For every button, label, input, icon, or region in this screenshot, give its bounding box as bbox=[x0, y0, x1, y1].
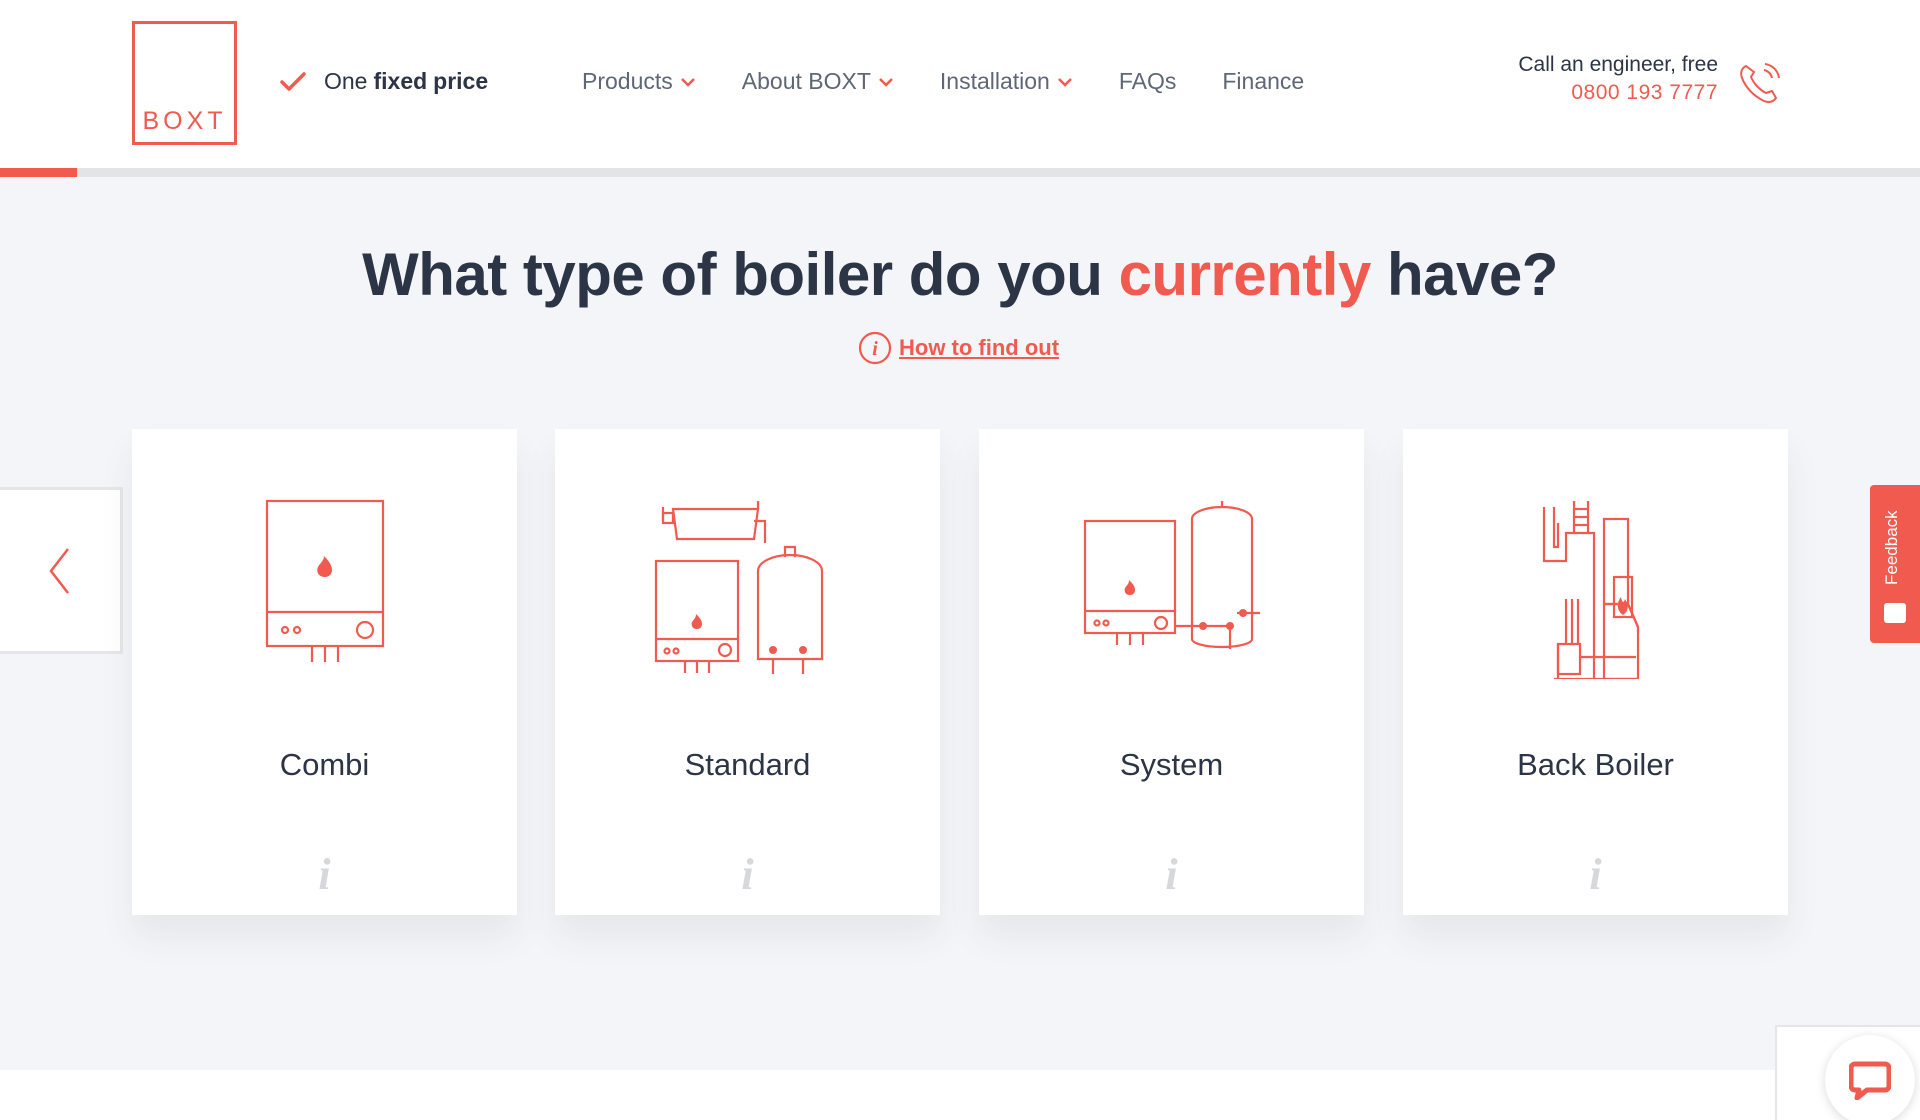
heading-post: have? bbox=[1387, 241, 1558, 308]
call-engineer: Call an engineer, free 0800 193 7777 bbox=[1508, 53, 1718, 105]
previous-button[interactable] bbox=[0, 487, 123, 654]
combi-boiler-icon bbox=[265, 499, 384, 662]
fixed-price-badge: One fixed price bbox=[280, 68, 494, 95]
feedback-tab[interactable]: Feedback bbox=[1870, 485, 1920, 643]
nav-faqs[interactable]: FAQs bbox=[1119, 68, 1177, 95]
back-boiler-icon bbox=[1542, 501, 1639, 679]
boiler-option-system[interactable]: System i bbox=[979, 429, 1364, 915]
footer-strip bbox=[0, 1070, 1920, 1120]
chevron-left-icon bbox=[49, 547, 69, 594]
nav-products[interactable]: Products bbox=[582, 68, 696, 95]
chat-bubble-icon bbox=[1849, 1061, 1891, 1100]
standard-boiler-icon bbox=[654, 501, 823, 674]
nav-installation[interactable]: Installation bbox=[940, 68, 1073, 95]
boiler-option-label: Back Boiler bbox=[1517, 747, 1674, 782]
info-circle-icon: i bbox=[858, 331, 892, 365]
info-icon[interactable]: i bbox=[1403, 849, 1788, 900]
heading-accent: currently bbox=[1118, 241, 1372, 308]
nav-about-label: About BOXT bbox=[741, 68, 871, 94]
nav-finance-label: Finance bbox=[1222, 68, 1305, 94]
page-title: What type of boiler do you currently hav… bbox=[0, 240, 1920, 309]
boiler-option-label: System bbox=[1119, 747, 1224, 782]
main-nav: Products About BOXT Installation FAQs Fi… bbox=[582, 68, 1304, 95]
nav-faqs-label: FAQs bbox=[1118, 68, 1177, 94]
check-icon bbox=[280, 71, 306, 91]
feedback-label: Feedback bbox=[1882, 510, 1901, 585]
heading-pre: What type of boiler do you bbox=[362, 241, 1103, 308]
info-icon[interactable]: i bbox=[979, 849, 1364, 900]
quiz-progress-bar bbox=[0, 168, 1920, 177]
chevron-down-icon bbox=[1057, 77, 1072, 87]
system-boiler-icon bbox=[1083, 501, 1260, 649]
call-label: Call an engineer, free bbox=[1518, 53, 1718, 76]
smiley-icon bbox=[1884, 603, 1906, 623]
quiz-progress-fill bbox=[0, 168, 77, 177]
logo-text: BOXT bbox=[142, 107, 227, 135]
chevron-down-icon bbox=[879, 77, 893, 87]
info-icon[interactable]: i bbox=[555, 849, 940, 900]
fixed-price-pre: One bbox=[324, 68, 368, 94]
boiler-option-back-boiler[interactable]: Back Boiler i bbox=[1403, 429, 1788, 915]
svg-text:i: i bbox=[872, 338, 878, 360]
nav-about-boxt[interactable]: About BOXT bbox=[742, 68, 894, 95]
nav-finance[interactable]: Finance bbox=[1222, 68, 1304, 95]
nav-products-label: Products bbox=[582, 68, 673, 94]
fixed-price-post: price bbox=[433, 68, 489, 94]
boiler-option-label: Standard bbox=[684, 747, 811, 782]
phone-icon[interactable] bbox=[1738, 60, 1782, 106]
how-to-find-out-link[interactable]: How to find out bbox=[899, 335, 1059, 361]
info-icon[interactable]: i bbox=[132, 849, 517, 900]
boiler-option-label: Combi bbox=[279, 747, 370, 782]
call-number-link[interactable]: 0800 193 7777 bbox=[1508, 81, 1718, 105]
live-chat-button[interactable] bbox=[1825, 1035, 1915, 1120]
how-to-find-out[interactable]: i How to find out bbox=[858, 331, 1059, 365]
chevron-down-icon bbox=[680, 77, 695, 87]
site-header: BOXT One fixed price Products About BOXT… bbox=[0, 0, 1920, 168]
nav-installation-label: Installation bbox=[939, 68, 1050, 94]
fixed-price-bold: fixed bbox=[373, 68, 428, 94]
boiler-type-section: What type of boiler do you currently hav… bbox=[0, 177, 1920, 1070]
boiler-option-standard[interactable]: Standard i bbox=[555, 429, 940, 915]
boiler-option-combi[interactable]: Combi i bbox=[132, 429, 517, 915]
boxt-logo[interactable]: BOXT bbox=[132, 21, 237, 145]
